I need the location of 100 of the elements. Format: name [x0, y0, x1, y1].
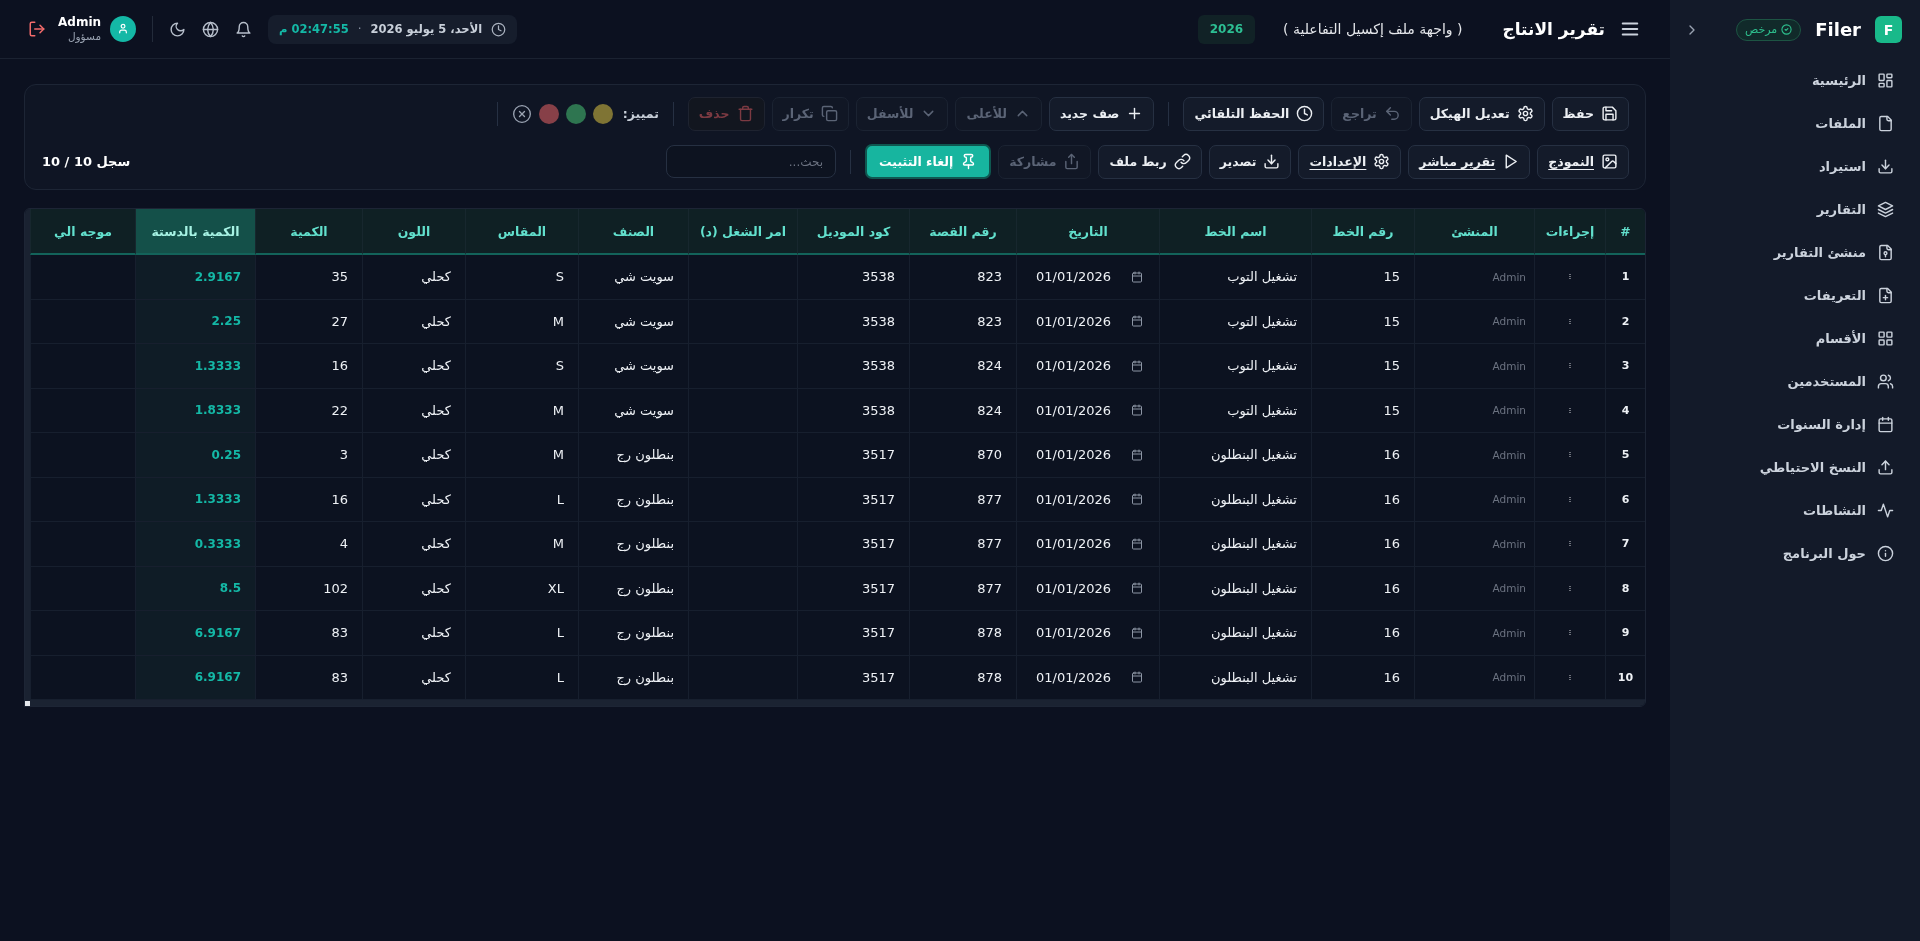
nav-item[interactable]: الرئيسية: [1678, 59, 1912, 102]
record-count: 10 / 10 سجل: [42, 154, 131, 169]
column-header[interactable]: اسم الخط: [1159, 209, 1311, 255]
column-header[interactable]: #: [1605, 209, 1645, 255]
nav-item[interactable]: التقارير: [1678, 188, 1912, 231]
date-value: 01/01/2026: [1036, 313, 1111, 329]
column-header[interactable]: كود الموديل: [797, 209, 909, 255]
table-cell: كحلي: [362, 522, 465, 567]
table-cell: 0.25: [135, 433, 255, 478]
copy-icon: [820, 105, 838, 122]
row-number: 5: [1605, 433, 1645, 478]
table-cell: بنطلون رج: [578, 522, 688, 567]
toolbar-button[interactable]: النموذج: [1537, 144, 1629, 179]
table-cell: Admin: [1414, 344, 1534, 389]
table-cell: 16: [1311, 522, 1414, 567]
calendar-icon[interactable]: [1131, 404, 1143, 417]
grid-icon: [1877, 330, 1894, 347]
table-cell: 16: [1311, 477, 1414, 522]
user-role: مسؤول: [67, 29, 102, 42]
table-cell: تشغيل التوب: [1159, 299, 1311, 344]
table-cell: 1.8333: [135, 388, 255, 433]
bell-icon[interactable]: [235, 20, 253, 38]
table-cell: M: [465, 299, 578, 344]
table-cell: بنطلون رج: [578, 611, 688, 656]
toolbar-button[interactable]: الإعدادات: [1298, 144, 1402, 179]
vertical-scrollbar[interactable]: [25, 209, 30, 706]
nav-item[interactable]: منشئ التقارير: [1678, 231, 1912, 274]
column-header[interactable]: الكمية بالدستة: [135, 209, 255, 255]
toolbar-button[interactable]: تصدير: [1208, 144, 1292, 179]
logout-icon[interactable]: [28, 20, 46, 38]
table-cell: تشغيل البنطلون: [1159, 566, 1311, 611]
column-header[interactable]: موجه الي: [30, 209, 135, 255]
toolbar-button[interactable]: تعديل الهيكل: [1418, 96, 1545, 131]
date-value: 01/01/2026: [1036, 625, 1111, 641]
calendar-icon[interactable]: [1131, 582, 1143, 595]
globe-icon[interactable]: [202, 20, 220, 38]
calendar-icon[interactable]: [1131, 448, 1143, 461]
nav-item[interactable]: النسخ الاحتياطي: [1678, 446, 1912, 489]
calendar-icon[interactable]: [1131, 315, 1143, 328]
nav-item[interactable]: إدارة السنوات: [1678, 403, 1912, 446]
logo-letter: F: [1875, 16, 1902, 43]
clear-x-icon[interactable]: [511, 103, 532, 124]
table-cell: 15: [1311, 388, 1414, 433]
table-cell: L: [465, 477, 578, 522]
calendar-icon[interactable]: [1131, 359, 1143, 372]
table-cell: بنطلون رج: [578, 477, 688, 522]
color-swatch[interactable]: [538, 103, 559, 124]
table-cell: 824: [909, 344, 1016, 389]
column-header[interactable]: المقاس: [465, 209, 578, 255]
column-header[interactable]: الكمية: [255, 209, 362, 255]
nav-item[interactable]: الأقسام: [1678, 317, 1912, 360]
color-swatch[interactable]: [592, 103, 613, 124]
nav-item[interactable]: الملفات: [1678, 102, 1912, 145]
nav-item[interactable]: استيراد: [1678, 145, 1912, 188]
table-cell: 1.3333: [135, 477, 255, 522]
nav-item[interactable]: النشاطات: [1678, 489, 1912, 532]
trash-icon: [736, 105, 754, 122]
column-header[interactable]: رقم الخط: [1311, 209, 1414, 255]
image-icon: [1601, 153, 1618, 170]
table-cell: 823: [909, 299, 1016, 344]
table-cell: Admin: [1414, 477, 1534, 522]
date-value: 01/01/2026: [1036, 269, 1111, 285]
column-header[interactable]: إجراءات: [1534, 209, 1605, 255]
moon-icon[interactable]: [169, 20, 187, 38]
year-badge: 2026: [1197, 14, 1256, 44]
layers-icon: [1877, 201, 1894, 218]
calendar-icon[interactable]: [1131, 671, 1143, 684]
toolbar-button[interactable]: الحفظ التلقائي: [1183, 96, 1325, 131]
calendar-icon[interactable]: [1131, 537, 1143, 550]
calendar-icon[interactable]: [1131, 626, 1143, 639]
column-header[interactable]: التاريخ: [1016, 209, 1159, 255]
nav-item[interactable]: حول البرنامج: [1678, 532, 1912, 575]
table-cell: تشغيل التوب: [1159, 255, 1311, 300]
table-cell: 3517: [797, 522, 909, 567]
column-header[interactable]: اللون: [362, 209, 465, 255]
table-cell: 2.25: [135, 299, 255, 344]
avatar-icon[interactable]: [110, 16, 137, 42]
toolbar-button[interactable]: صف جديد: [1048, 96, 1155, 131]
calendar-icon[interactable]: [1131, 270, 1143, 283]
date-value: 01/01/2026: [1036, 358, 1111, 374]
check-circle-icon: [1781, 24, 1793, 35]
column-header[interactable]: المنشئ: [1414, 209, 1534, 255]
nav-item[interactable]: المستخدمين: [1678, 360, 1912, 403]
download-icon: [1877, 158, 1894, 175]
nav-item[interactable]: التعريفات: [1678, 274, 1912, 317]
search-field[interactable]: بحث...: [666, 145, 837, 178]
toolbar-button[interactable]: ربط ملف: [1098, 144, 1202, 179]
scrollbar-thumb[interactable]: [25, 701, 30, 706]
gear-icon: [1373, 153, 1391, 170]
column-header[interactable]: الصنف: [578, 209, 688, 255]
table-cell: Admin: [1414, 611, 1534, 656]
table-cell: كحلي: [362, 388, 465, 433]
toolbar-button[interactable]: تقرير مباشر: [1408, 144, 1531, 179]
table-cell: سويت شي: [578, 344, 688, 389]
horizontal-scrollbar[interactable]: [30, 700, 1645, 706]
color-swatch[interactable]: [565, 103, 586, 124]
column-header[interactable]: امر الشغل (د): [688, 209, 797, 255]
column-header[interactable]: رقم القصة: [909, 209, 1016, 255]
calendar-icon[interactable]: [1131, 493, 1143, 506]
toolbar-button[interactable]: حفظ: [1551, 96, 1629, 131]
